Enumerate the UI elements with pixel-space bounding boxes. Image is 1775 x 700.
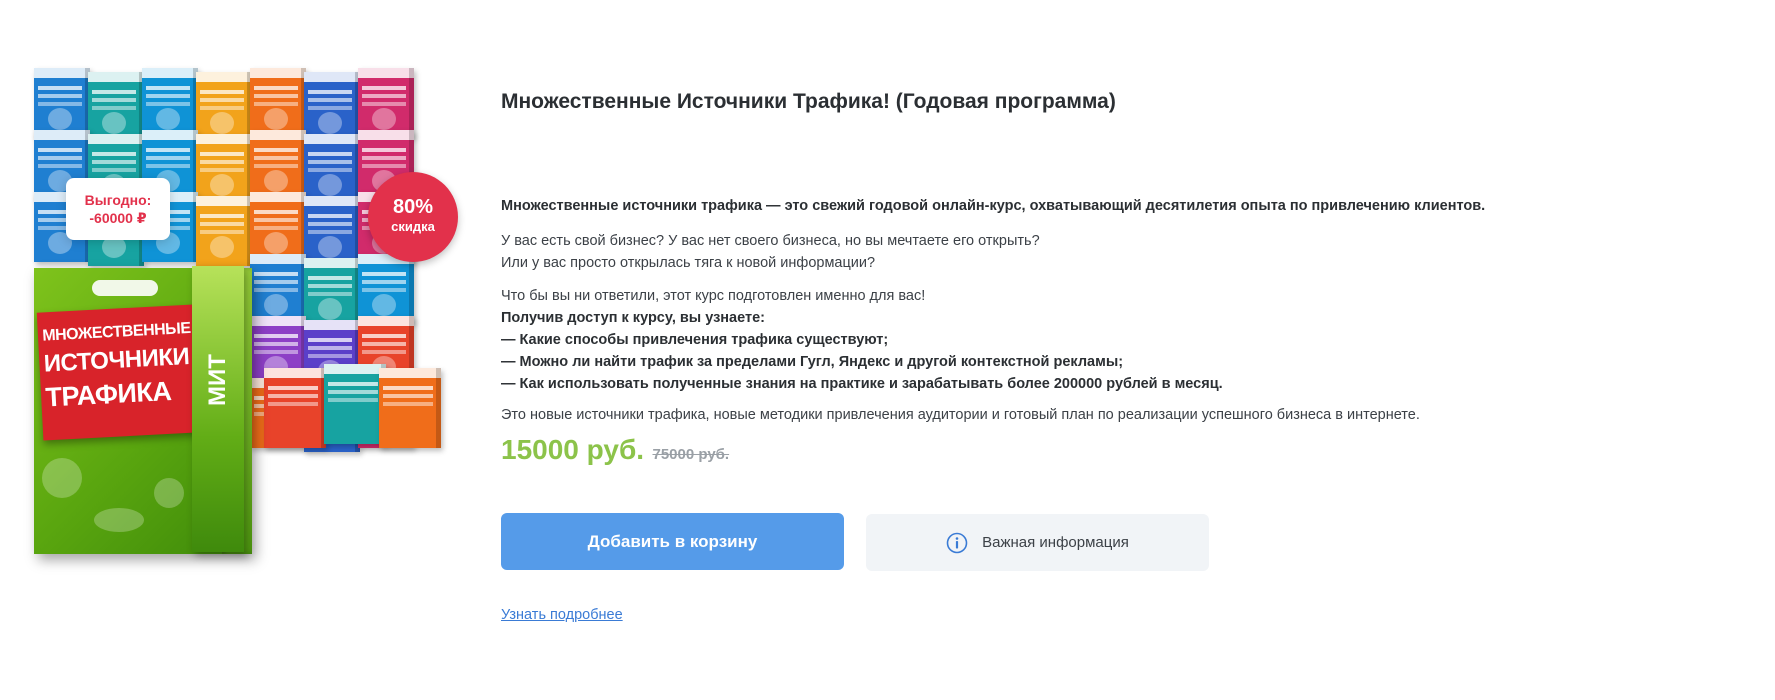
profit-label: Выгодно: xyxy=(84,192,152,208)
important-info-button[interactable]: Важная информация xyxy=(866,514,1209,571)
benefits-paragraph: Что бы вы ни ответили, этот курс подгото… xyxy=(501,285,1223,395)
product-box-thumbnail xyxy=(196,72,252,142)
product-box-thumbnail xyxy=(88,72,144,142)
product-image: Множественные Источники Трафика МИТ Выго… xyxy=(34,68,486,554)
answer-line: Что бы вы ни ответили, этот курс подгото… xyxy=(501,288,926,304)
discount-badge: 80% скидка xyxy=(368,172,458,262)
product-box-thumbnail xyxy=(250,130,306,200)
decoration-icon xyxy=(94,508,144,532)
intro-line: Или у вас просто открылась тяга к новой … xyxy=(501,255,876,271)
product-box-thumbnail xyxy=(142,68,198,138)
benefit-item: — Какие способы привлечения трафика суще… xyxy=(501,332,889,348)
product-page: Множественные Источники Трафика МИТ Выго… xyxy=(0,0,1775,700)
profit-value: -60000 ₽ xyxy=(89,210,147,226)
side-product-box: МИТ xyxy=(192,266,244,552)
benefit-item: — Можно ли найти трафик за пределами Гуг… xyxy=(501,354,1124,370)
add-to-cart-button[interactable]: Добавить в корзину xyxy=(501,513,844,570)
current-price: 15000 руб. xyxy=(501,434,645,465)
product-box-thumbnail xyxy=(196,196,252,266)
summary-paragraph: Это новые источники трафика, новые метод… xyxy=(501,407,1420,423)
intro-line: У вас есть свой бизнес? У вас нет своего… xyxy=(501,233,1040,249)
brand-logo xyxy=(92,280,158,296)
product-box-thumbnail xyxy=(379,368,441,448)
product-box-thumbnail xyxy=(304,196,360,266)
product-box-thumbnail xyxy=(250,192,306,262)
product-title: Множественные Источники Трафика! (Годова… xyxy=(501,90,1116,113)
product-box-thumbnail xyxy=(324,364,386,444)
discount-label: скидка xyxy=(391,219,435,234)
side-label: МИТ xyxy=(204,354,231,406)
old-price: 75000 руб. xyxy=(652,446,730,463)
benefit-item: — Как использовать полученные знания на … xyxy=(501,376,1223,392)
benefits-heading: Получив доступ к курсу, вы узнаете: xyxy=(501,310,765,326)
learn-more-link[interactable]: Узнать подробнее xyxy=(501,607,623,623)
product-box-thumbnail xyxy=(250,254,306,324)
decoration-icon xyxy=(42,458,82,498)
product-box-thumbnail xyxy=(304,72,360,142)
important-info-label: Важная информация xyxy=(982,534,1129,551)
add-to-cart-label: Добавить в корзину xyxy=(587,531,758,551)
product-box-thumbnail xyxy=(358,68,414,138)
profit-sticker: Выгодно: -60000 ₽ xyxy=(66,178,170,240)
product-box-thumbnail xyxy=(264,368,326,448)
product-box-thumbnail xyxy=(196,134,252,204)
price-row: 15000 руб. 75000 руб. xyxy=(501,434,729,466)
decoration-icon xyxy=(154,478,184,508)
product-box-thumbnail xyxy=(304,134,360,204)
info-icon xyxy=(946,532,968,554)
discount-percent: 80% xyxy=(392,196,434,218)
product-box-thumbnail xyxy=(34,68,90,138)
product-lead: Множественные источники трафика — это св… xyxy=(501,198,1486,214)
product-box-thumbnail xyxy=(250,68,306,138)
intro-paragraph: У вас есть свой бизнес? У вас нет своего… xyxy=(501,230,1040,274)
product-box-thumbnail xyxy=(358,254,414,324)
product-box-thumbnail xyxy=(304,258,360,328)
